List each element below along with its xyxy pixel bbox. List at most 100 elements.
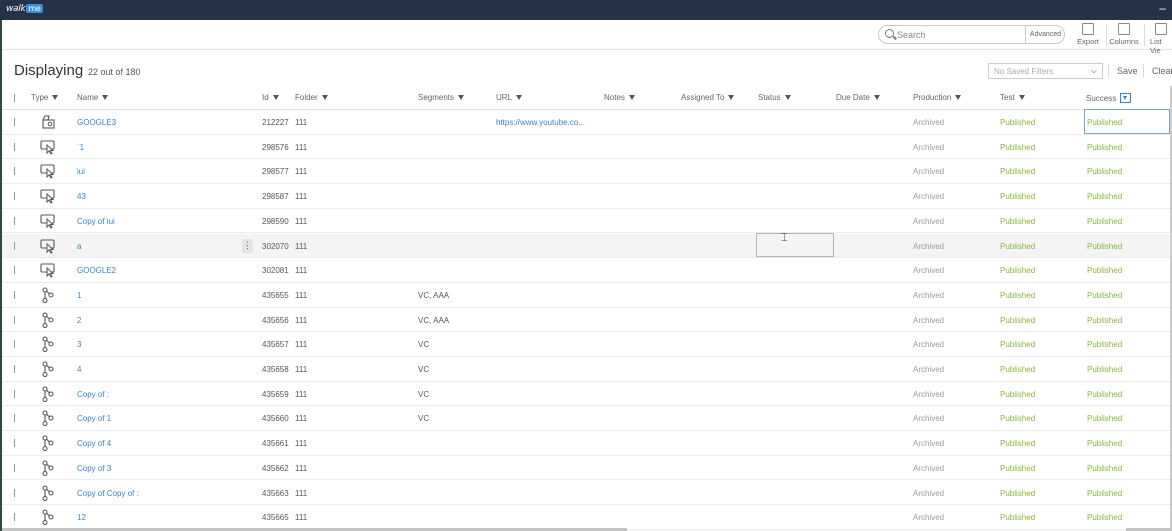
row-checkbox[interactable]	[14, 365, 15, 373]
flow-icon	[40, 460, 56, 476]
table-row[interactable]: 1 435655 111 VC, AAA Archived Published Publis…	[2, 283, 1172, 308]
flow-icon	[40, 287, 56, 303]
row-checkbox[interactable]	[14, 241, 15, 250]
export-button[interactable]: Export	[1076, 23, 1100, 46]
minimize-button[interactable]: –	[1159, 1, 1166, 15]
divider	[1108, 64, 1109, 78]
table-row[interactable]: 2 435656 111 VC, AAA Archived Published Publis…	[2, 308, 1172, 333]
column-header-assigned-to[interactable]: Assigned To	[681, 93, 735, 102]
search-box[interactable]: Advanced	[878, 25, 1065, 44]
table-row[interactable]: 43 298587 111 Archived Published Published	[2, 184, 1172, 209]
column-header-production[interactable]: Production	[913, 93, 962, 102]
production-status: Archived	[913, 463, 945, 473]
row-checkbox[interactable]	[14, 463, 15, 472]
table-row[interactable]: Copy of 1 435660 111 VC Archived Published Pub…	[2, 406, 1172, 432]
column-header-status[interactable]: Status	[758, 93, 791, 102]
success-status: Published	[1087, 167, 1123, 177]
filter-icon[interactable]	[1120, 93, 1132, 103]
table-row[interactable]: Copy of Copy of : 435663 111 Archived Publis…	[2, 481, 1172, 506]
item-name-link[interactable]: Copy of Copy of :	[77, 489, 139, 498]
table-row[interactable]: Copy of iui 298590 111 Archived Published Pub…	[2, 209, 1172, 234]
column-header-notes[interactable]: Notes	[604, 93, 635, 102]
row-checkbox[interactable]	[14, 216, 15, 225]
column-header-url[interactable]: URL	[496, 93, 523, 102]
item-name-link[interactable]: Copy of 3	[77, 464, 111, 473]
column-header-test[interactable]: Test	[1000, 93, 1025, 102]
search-input[interactable]	[897, 28, 1023, 41]
production-status: Archived	[913, 439, 945, 449]
row-checkbox[interactable]	[14, 192, 15, 201]
item-name-link[interactable]: GOOGLE3	[77, 118, 116, 127]
saved-filters-select[interactable]: No Saved Filters ⌵	[988, 63, 1103, 79]
table-row[interactable]: iui 298577 111 Archived Published Published	[2, 159, 1172, 185]
item-segments: VC	[418, 389, 430, 399]
column-header-due-date[interactable]: Due Date	[836, 93, 880, 102]
item-name-link[interactable]: Copy of 4	[77, 439, 111, 448]
row-checkbox[interactable]	[14, 340, 15, 349]
list-view-button[interactable]: List Vie	[1150, 23, 1172, 55]
row-checkbox[interactable]	[14, 389, 15, 398]
clear-filter-button[interactable]: Clear	[1152, 66, 1172, 76]
table-row[interactable]: a ⋮ 302070 111 Archived Published Published	[2, 233, 1172, 259]
item-folder: 111	[295, 439, 308, 449]
smarttip-icon	[40, 188, 56, 204]
select-all-checkbox[interactable]	[14, 94, 15, 102]
item-name-link[interactable]: GOOGLE2	[77, 266, 116, 275]
success-status: Published	[1087, 513, 1123, 523]
test-status: Published	[1000, 488, 1036, 498]
column-header-folder[interactable]: Folder	[295, 93, 328, 102]
table-row[interactable]: GOOGLE2 302081 111 Archived Published Publish…	[2, 258, 1172, 283]
row-checkbox[interactable]	[14, 118, 15, 126]
item-folder: 111	[295, 266, 308, 276]
row-checkbox[interactable]	[14, 142, 15, 151]
item-id: 302081	[262, 266, 289, 276]
item-name-link[interactable]: iui	[77, 167, 85, 176]
column-header-success[interactable]: Success	[1086, 93, 1132, 103]
table-row[interactable]: GOOGLE3 212227 111 https://www.youtube.co..…	[2, 110, 1172, 135]
column-header-name[interactable]: Name	[77, 93, 109, 102]
row-checkbox[interactable]	[14, 266, 15, 275]
item-name-link[interactable]: `1	[77, 143, 84, 152]
item-name-link[interactable]: 3	[77, 340, 81, 349]
status-cell-editor[interactable]	[756, 233, 834, 257]
item-name-link[interactable]: Copy of iui	[77, 217, 115, 226]
item-name-link[interactable]: 2	[77, 316, 81, 325]
advanced-search-button[interactable]: Advanced	[1025, 26, 1065, 43]
title-bar: walk me –	[0, 0, 1172, 20]
sort-arrow-icon	[728, 95, 735, 100]
item-segments: VC, AAA	[418, 290, 450, 300]
table-row[interactable]: 4 435658 111 VC Archived Published Published	[2, 357, 1172, 382]
table-row[interactable]: 12 435665 111 Archived Published Published	[2, 505, 1172, 530]
sort-arrow-icon	[272, 95, 279, 100]
item-name-link[interactable]: Copy of 1	[77, 414, 111, 423]
table-row[interactable]: `1 298576 111 Archived Published Published	[2, 135, 1172, 160]
column-header-type[interactable]: Type	[31, 93, 59, 102]
row-checkbox[interactable]	[14, 290, 15, 299]
table-row[interactable]: 3 435657 111 VC Archived Published Published	[2, 332, 1172, 357]
row-checkbox[interactable]	[14, 488, 15, 497]
item-folder: 111	[295, 389, 308, 399]
column-header-segments[interactable]: Segments	[418, 93, 465, 102]
table-row[interactable]: Copy of 3 435662 111 Archived Published Publi…	[2, 456, 1172, 481]
success-status: Published	[1087, 340, 1123, 350]
row-checkbox[interactable]	[14, 513, 15, 522]
item-name-link[interactable]: 4	[77, 365, 81, 374]
table-row[interactable]: Copy of 4 435661 111 Archived Published Publi…	[2, 431, 1172, 456]
row-checkbox[interactable]	[14, 414, 15, 423]
save-filter-button[interactable]: Save	[1117, 66, 1138, 76]
item-name-link[interactable]: 1	[77, 291, 81, 300]
column-header-id[interactable]: Id	[262, 93, 279, 102]
columns-button[interactable]: Columns	[1108, 23, 1140, 46]
item-name-link[interactable]: Copy of :	[77, 390, 109, 399]
test-status: Published	[1000, 216, 1036, 226]
row-checkbox[interactable]	[14, 315, 15, 324]
item-name-link[interactable]: 43	[77, 192, 86, 201]
item-name-link[interactable]: 12	[77, 513, 86, 522]
row-checkbox[interactable]	[14, 167, 15, 176]
item-url-link[interactable]: https://www.youtube.co...	[496, 118, 585, 127]
row-checkbox[interactable]	[14, 439, 15, 448]
row-menu-icon[interactable]: ⋮	[242, 238, 253, 253]
search-icon	[885, 29, 894, 38]
table-row[interactable]: Copy of : 435659 111 VC Archived Published Pub…	[2, 382, 1172, 407]
item-name-link[interactable]: a	[77, 242, 81, 251]
